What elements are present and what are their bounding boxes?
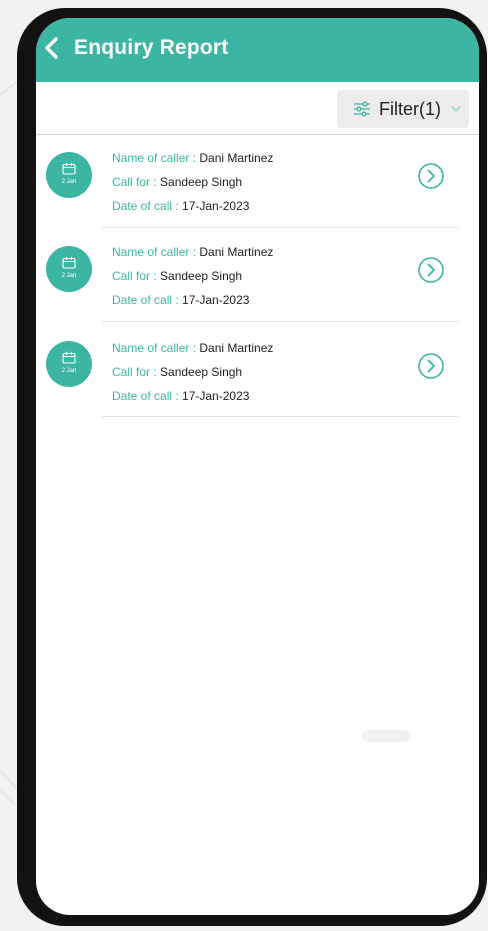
date-of-call-row: Date of call : 17-Jan-2023 xyxy=(112,199,249,213)
date-badge-text: 2 Jan xyxy=(61,368,77,374)
call-for-value: Sandeep Singh xyxy=(160,175,243,189)
divider xyxy=(102,416,459,417)
date-badge: 2 Jan xyxy=(46,152,92,198)
call-for-row: Call for : Sandeep Singh xyxy=(112,269,242,283)
date-badge-text: 2 Jan xyxy=(61,273,77,279)
sliders-icon xyxy=(354,101,370,117)
caller-label: Name of caller : xyxy=(112,151,200,165)
date-badge-text: 2 Jan xyxy=(61,179,77,185)
calendar-icon xyxy=(62,351,76,364)
back-arrow-icon[interactable] xyxy=(42,36,62,60)
date-of-call-value: 17-Jan-2023 xyxy=(182,293,250,307)
chevron-down-icon xyxy=(451,106,461,112)
caller-value: Dani Martinez xyxy=(199,245,274,259)
caller-row: Name of caller : Dani Martinez xyxy=(112,341,273,355)
enquiry-list-item[interactable]: 2 Jan Name of caller : Dani Martinez Cal… xyxy=(36,134,479,228)
call-for-label: Call for : xyxy=(112,269,161,283)
call-for-row: Call for : Sandeep Singh xyxy=(112,365,242,379)
page-title: Enquiry Report xyxy=(74,36,229,59)
date-of-call-label: Date of call : xyxy=(112,293,183,307)
date-of-call-value: 17-Jan-2023 xyxy=(182,199,250,213)
call-for-value: Sandeep Singh xyxy=(160,365,243,379)
caller-row: Name of caller : Dani Martinez xyxy=(112,245,273,259)
filter-label: Filter(1) xyxy=(379,99,441,119)
app-screen: Enquiry Report Filter(1) 2 Jan Name of c… xyxy=(36,18,479,915)
caller-value: Dani Martinez xyxy=(199,341,274,355)
calendar-icon xyxy=(62,256,76,269)
call-for-row: Call for : Sandeep Singh xyxy=(112,175,242,189)
date-of-call-label: Date of call : xyxy=(112,199,183,213)
divider xyxy=(102,321,459,322)
enquiry-list-item[interactable]: 2 Jan Name of caller : Dani Martinez Cal… xyxy=(36,228,479,322)
date-badge: 2 Jan xyxy=(46,341,92,387)
call-for-value: Sandeep Singh xyxy=(160,269,243,283)
caller-row: Name of caller : Dani Martinez xyxy=(112,151,273,165)
scroll-indicator xyxy=(362,730,410,742)
calendar-icon xyxy=(62,162,76,175)
enquiry-list-item[interactable]: 2 Jan Name of caller : Dani Martinez Cal… xyxy=(36,323,479,417)
chevron-right-circle-icon[interactable] xyxy=(417,162,445,190)
app-header: Enquiry Report xyxy=(36,18,479,82)
date-of-call-row: Date of call : 17-Jan-2023 xyxy=(112,293,249,307)
chevron-right-circle-icon[interactable] xyxy=(417,256,445,284)
caller-label: Name of caller : xyxy=(112,341,200,355)
chevron-right-circle-icon[interactable] xyxy=(417,352,445,380)
date-badge: 2 Jan xyxy=(46,246,92,292)
date-of-call-label: Date of call : xyxy=(112,389,183,403)
caller-value: Dani Martinez xyxy=(199,151,274,165)
call-for-label: Call for : xyxy=(112,365,161,379)
filter-button[interactable]: Filter(1) xyxy=(337,90,469,128)
date-of-call-value: 17-Jan-2023 xyxy=(182,389,250,403)
date-of-call-row: Date of call : 17-Jan-2023 xyxy=(112,389,249,403)
call-for-label: Call for : xyxy=(112,175,161,189)
caller-label: Name of caller : xyxy=(112,245,200,259)
toolbar: Filter(1) xyxy=(36,82,479,135)
